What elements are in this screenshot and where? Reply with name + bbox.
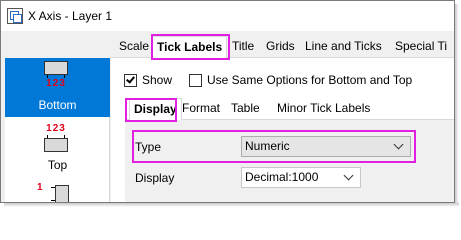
show-checkbox[interactable] — [124, 73, 137, 87]
title-bar: X Axis - Layer 1 — [1, 1, 454, 31]
tab-tick-labels[interactable]: Tick Labels — [152, 36, 228, 58]
position-label: Bottom — [38, 98, 77, 112]
type-label: Type — [135, 140, 162, 154]
display-dropdown[interactable]: Decimal:1000 — [241, 167, 361, 188]
tab-line-and-ticks[interactable]: Line and Ticks — [301, 36, 386, 57]
window-shadow — [4, 203, 459, 207]
tick-numbers-label: 123 — [46, 123, 66, 134]
type-dropdown[interactable]: Numeric — [241, 136, 411, 157]
chevron-down-icon — [343, 170, 354, 181]
main-tabs: Scale Tick Labels Title Grids Line and T… — [111, 36, 454, 58]
check-mark-icon — [126, 73, 135, 84]
tick-numbers-label: 123 — [46, 78, 66, 89]
show-label: Show — [142, 73, 173, 87]
tab-title[interactable]: Title — [228, 36, 258, 57]
bottom-axis-icon: 123 — [41, 61, 71, 93]
same-options-label: Use Same Options for Bottom and Top — [207, 73, 413, 87]
tab-grids[interactable]: Grids — [262, 36, 299, 57]
tick-labels-page: Show Use Same Options for Bottom and Top… — [111, 58, 454, 202]
position-label: Top — [47, 158, 68, 172]
display-label: Display — [135, 171, 175, 185]
position-item-bottom[interactable]: 123 Bottom — [5, 58, 110, 117]
left-axis-icon: 1 — [37, 182, 71, 202]
window-shadow — [455, 4, 459, 207]
position-item-top[interactable]: 123 Top — [5, 117, 110, 176]
tab-table[interactable]: Table — [227, 98, 264, 119]
top-axis-icon: 123 — [41, 123, 71, 155]
position-item-left[interactable]: 1 — [5, 176, 110, 202]
display-value: Decimal:1000 — [245, 170, 319, 184]
chevron-down-icon — [393, 139, 404, 150]
graph-app-icon — [7, 8, 23, 24]
display-settings-panel: Type Numeric Display Decimal:1000 — [125, 120, 454, 202]
axis-position-list: 123 Bottom 123 Top 1 — [5, 58, 110, 202]
tick-numbers-label: 1 — [37, 182, 44, 193]
window-title: X Axis - Layer 1 — [28, 9, 113, 23]
tab-special-ticks[interactable]: Special Ti — [391, 36, 451, 57]
sub-tabs: Display Format Table Minor Tick Labels — [125, 98, 454, 120]
tab-minor-tick-labels[interactable]: Minor Tick Labels — [273, 98, 374, 119]
x-axis-dialog: X Axis - Layer 1 123 Bottom 123 Top 1 Sc… — [0, 0, 455, 203]
tab-scale[interactable]: Scale — [115, 36, 153, 57]
tab-format[interactable]: Format — [178, 98, 224, 119]
same-options-checkbox[interactable] — [189, 73, 202, 87]
tab-display[interactable]: Display — [129, 98, 182, 120]
show-checkbox-row[interactable]: Show — [124, 72, 172, 88]
type-value: Numeric — [245, 139, 290, 153]
same-options-checkbox-row[interactable]: Use Same Options for Bottom and Top — [189, 72, 412, 88]
